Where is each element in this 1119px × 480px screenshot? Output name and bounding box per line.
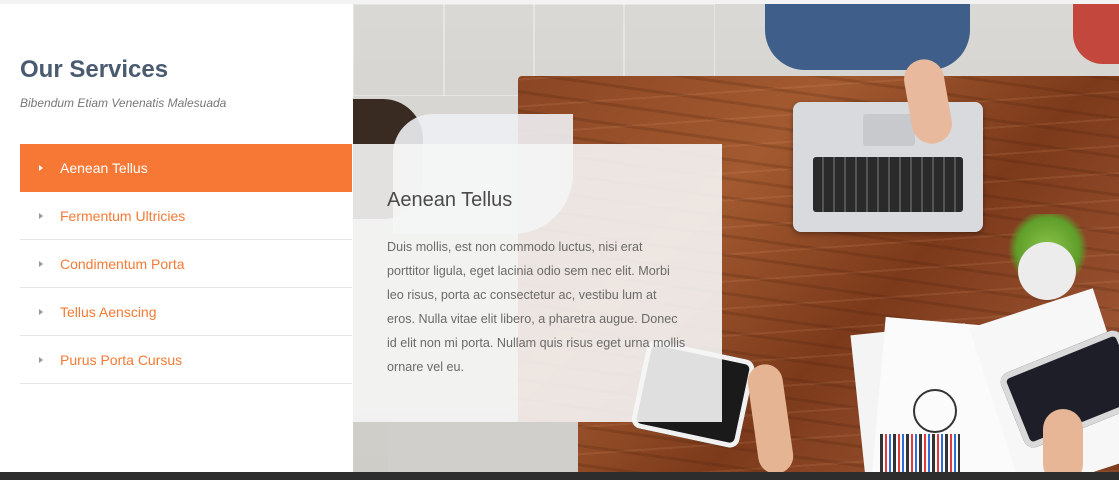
caret-right-icon	[39, 212, 43, 219]
person-plaid-shirt	[1073, 4, 1119, 64]
section-title: Our Services	[20, 56, 169, 83]
service-detail-title: Aenean Tellus	[387, 189, 513, 211]
service-detail-card: Aenean Tellus Duis mollis, est non commo…	[353, 144, 722, 422]
services-sidebar: Our Services Bibendum Etiam Venenatis Ma…	[0, 4, 353, 472]
services-menu-item-aenean-tellus[interactable]: Aenean Tellus	[20, 144, 352, 192]
laptop-keyboard	[813, 157, 963, 212]
footer-bar	[0, 472, 1119, 480]
caret-right-icon	[39, 356, 43, 363]
caret-right-icon	[39, 164, 43, 171]
menu-item-label: Tellus Aenscing	[60, 303, 157, 320]
services-menu-item-condimentum-porta[interactable]: Condimentum Porta	[20, 240, 352, 288]
chair-bottom-left	[388, 422, 578, 472]
laptop-trackpad	[863, 114, 915, 146]
menu-item-label: Aenean Tellus	[60, 159, 148, 176]
plant-pot	[1018, 242, 1076, 300]
menu-item-label: Purus Porta Cursus	[60, 351, 183, 368]
caret-right-icon	[39, 260, 43, 267]
services-menu-item-purus-porta-cursus[interactable]: Purus Porta Cursus	[20, 336, 352, 384]
floor-tile	[353, 4, 445, 96]
services-menu-item-tellus-aenscing[interactable]: Tellus Aenscing	[20, 288, 352, 336]
printed-bar-chart	[880, 434, 960, 472]
section-subtitle: Bibendum Etiam Venenatis Malesuada	[20, 96, 227, 110]
service-detail-text: Duis mollis, est non commodo luctus, nis…	[387, 240, 686, 375]
services-menu: Aenean Tellus Fermentum Ultricies Condim…	[20, 144, 352, 384]
sketched-pie-chart	[913, 389, 957, 433]
person-denim-shirt	[765, 4, 970, 70]
hand-right	[1043, 409, 1083, 472]
services-menu-item-fermentum-ultricies[interactable]: Fermentum Ultricies	[20, 192, 352, 240]
caret-right-icon	[39, 308, 43, 315]
menu-item-label: Fermentum Ultricies	[60, 207, 186, 224]
laptop-image	[793, 102, 983, 232]
menu-item-label: Condimentum Porta	[60, 255, 185, 272]
